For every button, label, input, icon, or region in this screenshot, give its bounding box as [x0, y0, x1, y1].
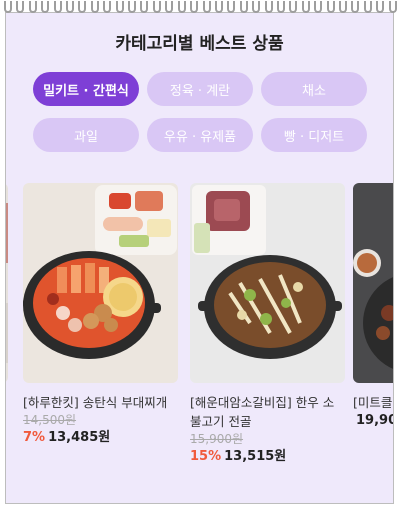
category-chip-mealkit[interactable]: 밀키트 · 간편식 [33, 72, 139, 106]
ring-decoration [338, 1, 347, 13]
ring-decoration [326, 1, 335, 13]
ring-decoration [4, 1, 12, 13]
discount-rate: 7% [23, 430, 46, 445]
ring-decoration [276, 1, 285, 13]
category-chip-bakery[interactable]: 빵 · 디저트 [261, 118, 367, 152]
ring-decoration [103, 1, 112, 13]
ring-decoration [28, 1, 37, 13]
ring-decoration [388, 1, 397, 13]
product-photo [6, 183, 8, 383]
ring-decoration [53, 1, 62, 13]
ring-decoration [177, 1, 186, 13]
price-line: 7% 13,485원 [23, 429, 178, 447]
ring-decoration [314, 1, 323, 13]
ring-decoration [301, 1, 310, 13]
ring-decoration [16, 1, 25, 13]
product-image[interactable] [23, 183, 178, 383]
category-chip-vegetable[interactable]: 채소 [261, 72, 367, 106]
original-price: 14,500원 [23, 413, 77, 427]
ring-decoration [239, 1, 248, 13]
best-products-panel: 카테고리별 베스트 상품 밀키트 · 간편식 정육 · 계란 채소 과일 우유 … [5, 12, 394, 504]
category-chips: 밀키트 · 간편식 정육 · 계란 채소 과일 우유 · 유제품 빵 · 디저트 [33, 72, 373, 152]
product-carousel[interactable]: [하루한킷] 송탄식 부대찌개 14,500원 7% 13,485원 [해운대암… [6, 183, 393, 503]
original-price: 15,900원 [190, 432, 244, 446]
ring-decoration [289, 1, 298, 13]
product-name[interactable]: [해운대암소갈비집] 한우 소불고기 전골 [190, 393, 345, 431]
product-card[interactable]: [하루한킷] 송탄식 부대찌개 14,500원 7% 13,485원 [23, 183, 178, 447]
ring-decoration [90, 1, 99, 13]
product-image[interactable] [190, 183, 345, 383]
ring-decoration [252, 1, 261, 13]
ring-decoration [363, 1, 372, 13]
budae-jjigae-photo [23, 183, 178, 383]
discount-rate: 15% [190, 449, 222, 464]
ring-decoration [152, 1, 161, 13]
sale-price: 13,515원 [224, 449, 287, 464]
ring-decoration [202, 1, 211, 13]
notebook-rings [0, 0, 401, 14]
ring-decoration [128, 1, 137, 13]
ring-decoration [115, 1, 124, 13]
bulgogi-jeongol-photo [190, 183, 345, 383]
ring-decoration [351, 1, 360, 13]
product-image[interactable] [353, 183, 393, 383]
ring-decoration [78, 1, 87, 13]
ring-decoration [214, 1, 223, 13]
price-line: 19,900 [353, 412, 393, 430]
ring-decoration [41, 1, 50, 13]
ring-decoration [66, 1, 75, 13]
ring-decoration [165, 1, 174, 13]
product-name[interactable]: [미트클 [353, 393, 393, 412]
ring-decoration [264, 1, 273, 13]
meat-dish-photo [353, 183, 393, 383]
category-chip-meat-egg[interactable]: 정육 · 계란 [147, 72, 253, 106]
category-chip-dairy[interactable]: 우유 · 유제품 [147, 118, 253, 152]
ring-decoration [376, 1, 385, 13]
product-image[interactable] [6, 183, 8, 383]
product-name[interactable]: [하루한킷] 송탄식 부대찌개 [23, 393, 178, 412]
ring-decoration [140, 1, 149, 13]
section-title: 카테고리별 베스트 상품 [115, 34, 284, 54]
price-line: 15% 13,515원 [190, 448, 345, 466]
product-card[interactable]: [해운대암소갈비집] 한우 소불고기 전골 15,900원 15% 13,515원 [190, 183, 345, 466]
sale-price: 19,900 [356, 413, 393, 428]
category-chip-fruit[interactable]: 과일 [33, 118, 139, 152]
ring-decoration [227, 1, 236, 13]
ring-decoration [190, 1, 199, 13]
product-card-previous[interactable] [6, 183, 8, 383]
sale-price: 13,485원 [48, 430, 111, 445]
product-card[interactable]: [미트클 19,900 [353, 183, 393, 430]
